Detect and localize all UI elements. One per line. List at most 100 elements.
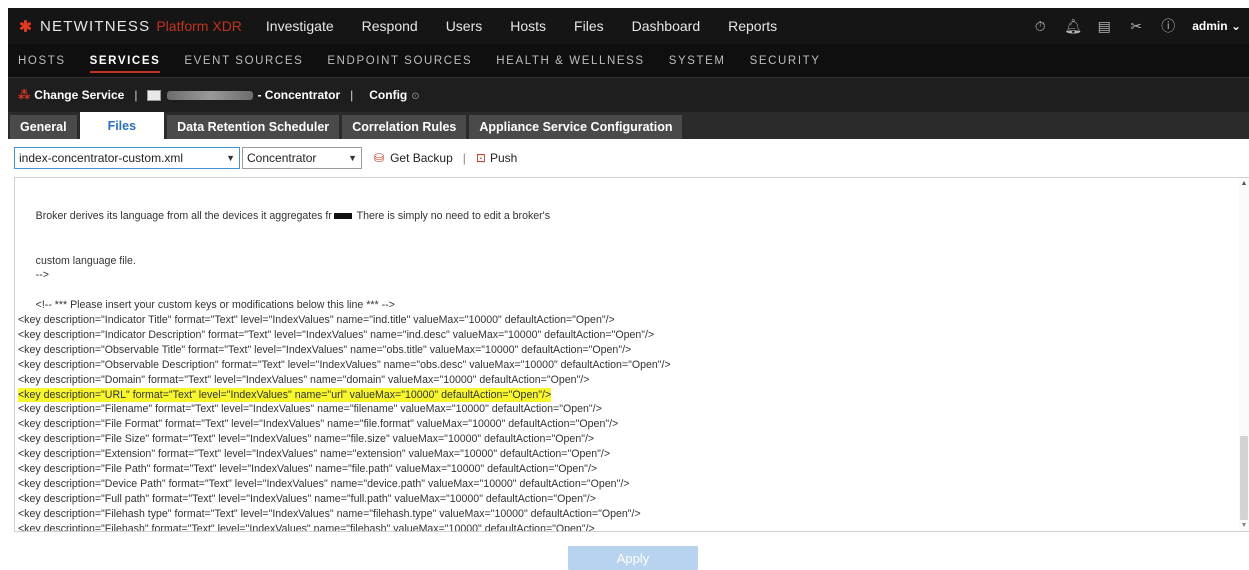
divider: | <box>350 88 354 102</box>
subnav-system[interactable]: SYSTEM <box>669 44 726 77</box>
editor-text: <key description="File Format" format="T… <box>18 418 619 431</box>
editor-text: Broker derives its language from all the… <box>18 209 332 222</box>
scrollbar-thumb[interactable] <box>1240 436 1248 520</box>
editor-text: <key description="Filename" format="Text… <box>18 403 602 416</box>
editor-text: <key description="Indicator Title" forma… <box>18 314 615 327</box>
file-select[interactable]: index-concentrator-custom.xml ▼ <box>14 147 240 169</box>
editor-text: <key description="Filehash type" format=… <box>18 507 641 520</box>
timer-icon[interactable]: ⏱ <box>1032 18 1048 35</box>
divider: | <box>134 88 138 102</box>
file-editor[interactable]: Broker derives its language from all the… <box>14 177 1249 532</box>
editor-line: <key description="Extension" format="Tex… <box>18 447 671 462</box>
nav-files[interactable]: Files <box>574 18 604 34</box>
change-service-label: Change Service <box>34 88 125 102</box>
user-menu[interactable]: admin ⌄ <box>1192 19 1241 33</box>
editor-text: <key description="Full path" format="Tex… <box>18 492 596 505</box>
subnav-services[interactable]: SERVICES <box>89 44 161 77</box>
push-label: Push <box>489 151 518 165</box>
tab-appliance-service-configuration[interactable]: Appliance Service Configuration <box>469 115 683 139</box>
get-backup-label: Get Backup <box>390 151 453 165</box>
tab-general[interactable]: General <box>10 115 77 139</box>
brand[interactable]: NETWITNESS Platform XDR <box>8 8 242 44</box>
subnav-event-sources[interactable]: EVENT SOURCES <box>184 44 303 77</box>
subnav-endpoint-sources[interactable]: ENDPOINT SOURCES <box>327 44 472 77</box>
editor-text: <key description="Indicator Description"… <box>18 328 655 341</box>
editor-text: <key description="File Path" format="Tex… <box>18 462 598 475</box>
nav-investigate[interactable]: Investigate <box>266 18 334 34</box>
nav-reports[interactable]: Reports <box>728 18 777 34</box>
editor-line: Broker derives its language from all the… <box>18 209 671 224</box>
bell-icon[interactable]: 🔔︎ <box>1064 18 1082 35</box>
editor-line: <key description="Filename" format="Text… <box>18 402 671 417</box>
files-controls: index-concentrator-custom.xml ▼ Concentr… <box>14 146 517 170</box>
editor-line: <key description="Domain" format="Text" … <box>18 373 671 388</box>
redaction-mark <box>333 213 352 220</box>
editor-line: <key description="URL" format="Text" lev… <box>18 387 671 403</box>
editor-line: <key description="File Path" format="Tex… <box>18 462 671 477</box>
editor-line: <key description="File Format" format="T… <box>18 417 671 432</box>
subnav-security[interactable]: SECURITY <box>750 44 821 77</box>
push-button[interactable]: ⊡ Push <box>476 151 517 165</box>
scroll-down-icon[interactable]: ▼ <box>1239 522 1249 529</box>
top-navbar: NETWITNESS Platform XDR Investigate Resp… <box>8 8 1249 44</box>
redacted-service-name <box>167 90 254 100</box>
editor-text: <key description="Observable Title" form… <box>18 343 632 356</box>
service-name: - Concentrator <box>257 88 341 102</box>
editor-line: --> <box>18 268 671 283</box>
editor-line: <!-- *** Please insert your custom keys … <box>18 298 671 313</box>
tab-files[interactable]: Files <box>79 112 165 139</box>
tab-data-retention-scheduler[interactable]: Data Retention Scheduler <box>167 115 340 139</box>
editor-text: <key description="Filehash" format="Text… <box>18 522 595 532</box>
nav-respond[interactable]: Respond <box>362 18 418 34</box>
nav-users[interactable]: Users <box>446 18 483 34</box>
nav-dashboard[interactable]: Dashboard <box>632 18 701 34</box>
editor-line: <key description="Indicator Description"… <box>18 328 671 343</box>
editor-text: <key description="Device Path" format="T… <box>18 477 630 490</box>
appliance-icon <box>147 89 162 101</box>
config-label: Config <box>369 88 408 102</box>
editor-text: <key description="Extension" format="Tex… <box>18 448 611 461</box>
top-right-tools: ⏱ 🔔︎ ▤ ✂ ⓘ admin ⌄ <box>1032 16 1249 36</box>
user-name: admin <box>1192 19 1228 33</box>
help-icon[interactable]: ⓘ <box>1160 16 1176 36</box>
editor-content[interactable]: Broker derives its language from all the… <box>18 179 671 532</box>
netwitness-logo-icon <box>16 16 36 36</box>
config-menu[interactable]: Config ⊙ <box>369 88 419 102</box>
service-toolbar: ⁂ Change Service | - Concentrator | Conf… <box>8 78 1249 112</box>
tools-icon[interactable]: ✂ <box>1128 18 1144 35</box>
tab-correlation-rules[interactable]: Correlation Rules <box>342 115 467 139</box>
divider: | <box>462 151 466 165</box>
main-nav: Investigate Respond Users Hosts Files Da… <box>266 8 805 44</box>
subnav-hosts[interactable]: HOSTS <box>18 44 66 77</box>
chevron-down-icon: ▼ <box>348 153 357 163</box>
editor-text: --> <box>18 269 49 282</box>
push-icon: ⊡ <box>475 151 486 165</box>
editor-line: <key description="Device Path" format="T… <box>18 477 671 492</box>
clipboard-icon[interactable]: ▤ <box>1096 18 1112 35</box>
service-select-value: Concentrator <box>247 151 317 165</box>
service-tree-icon: ⁂ <box>18 88 31 102</box>
editor-text: <!-- *** Please insert your custom keys … <box>18 299 395 312</box>
chevron-down-icon: ▼ <box>226 153 235 163</box>
service-select[interactable]: Concentrator ▼ <box>242 147 362 169</box>
editor-line: <key description="Filehash type" format=… <box>18 507 671 522</box>
nav-hosts[interactable]: Hosts <box>510 18 546 34</box>
scroll-up-icon[interactable]: ▲ <box>1239 180 1249 187</box>
file-select-value: index-concentrator-custom.xml <box>19 151 184 165</box>
editor-text: <key description="File Size" format="Tex… <box>18 433 595 446</box>
admin-subnav: HOSTS SERVICES EVENT SOURCES ENDPOINT SO… <box>8 44 1249 78</box>
editor-line: <key description="File Size" format="Tex… <box>18 432 671 447</box>
editor-line: <key description="Full path" format="Tex… <box>18 492 671 507</box>
editor-line: <key description="Observable Title" form… <box>18 343 671 358</box>
editor-line: <key description="Filehash" format="Text… <box>18 522 671 532</box>
get-backup-button[interactable]: ⛁ Get Backup <box>374 151 453 165</box>
editor-text: custom language file. <box>18 254 136 267</box>
subnav-health-wellness[interactable]: HEALTH & WELLNESS <box>496 44 644 77</box>
backup-icon: ⛁ <box>374 151 385 165</box>
brand-name: NETWITNESS <box>40 17 151 35</box>
apply-button[interactable]: Apply <box>568 546 698 570</box>
editor-text: <key description="Domain" format="Text" … <box>18 373 590 386</box>
editor-line: <key description="Indicator Title" forma… <box>18 313 671 328</box>
change-service-button[interactable]: ⁂ Change Service <box>18 88 124 102</box>
